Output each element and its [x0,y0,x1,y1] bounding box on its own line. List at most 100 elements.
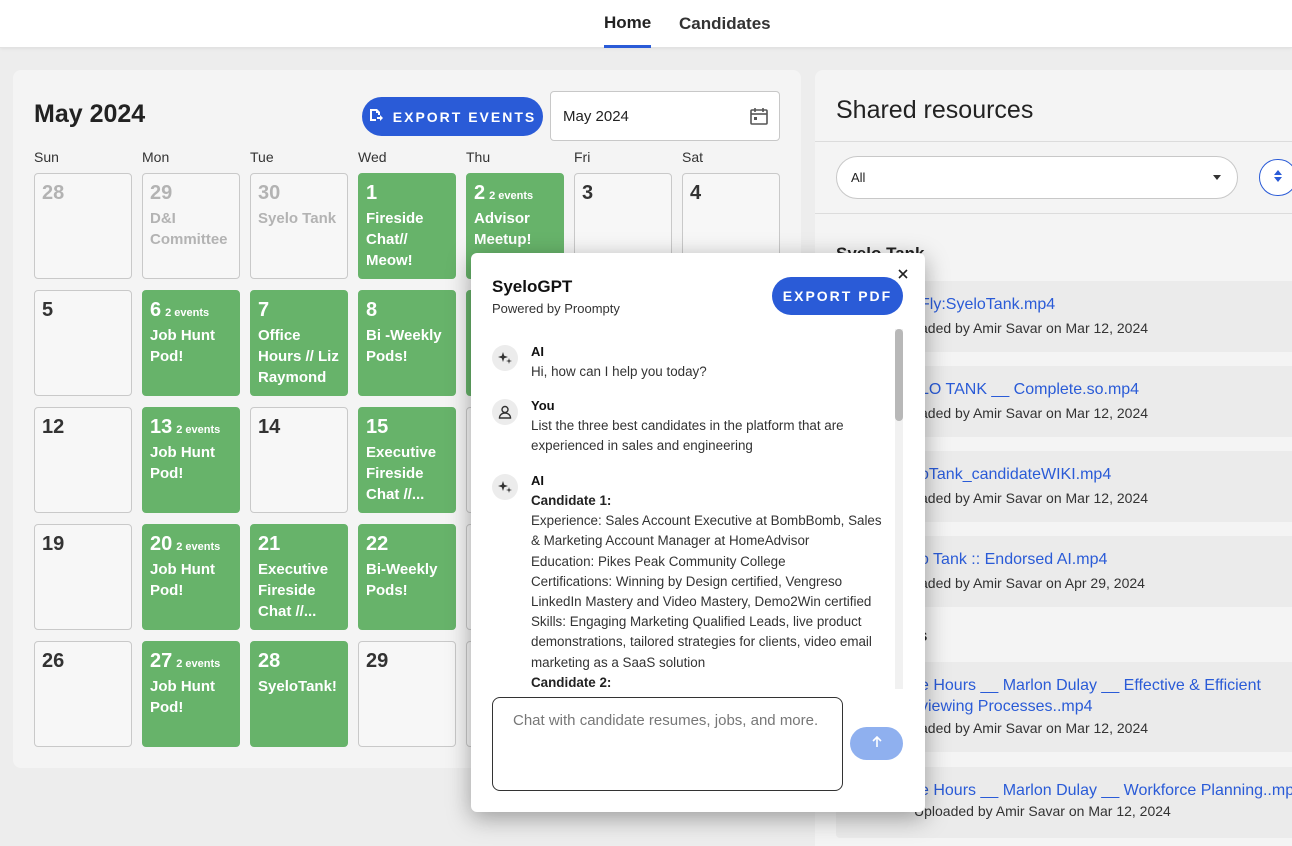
sort-button[interactable] [1259,159,1292,196]
chat-input[interactable]: Chat with candidate resumes, jobs, and m… [492,697,843,791]
divider [815,213,1292,214]
syelogpt-modal: SyeloGPT Powered by Proompty EXPORT PDF … [471,253,925,812]
event-title[interactable]: Job Hunt Pod! [150,325,232,367]
day-number: 8 [366,299,378,321]
calendar-day[interactable]: 13 2 events Job Hunt Pod! [142,407,240,513]
resource-filter-select[interactable]: All [836,156,1238,199]
shared-resources-title: Shared resources [836,96,1034,124]
candidate-skills: Skills: Engaging Marketing Qualified Lea… [531,614,872,670]
send-button[interactable] [850,727,903,760]
modal-subtitle: Powered by Proompty [492,301,620,316]
calendar-day[interactable]: 28 [34,173,132,279]
day-number: 6 [150,299,162,321]
event-title[interactable]: Office Hours // Liz Raymond [258,325,340,388]
month-picker-value: May 2024 [563,107,629,125]
modal-title: SyeloGPT [492,277,573,296]
resource-name[interactable]: oTank_candidateWIKI.mp4 [920,466,1111,484]
day-number: 29 [366,650,389,672]
resource-meta: aded by Amir Savar on Mar 12, 2024 [920,490,1149,506]
resource-name[interactable]: LO TANK __ Complete.so.mp4 [920,381,1139,399]
arrow-up-icon [871,735,883,753]
event-title[interactable]: Bi -Weekly Pods! [366,325,448,367]
day-number: 4 [690,182,702,204]
calendar-day[interactable]: 15 Executive Fireside Chat //... [358,407,456,513]
event-title[interactable]: D&I Committee [150,208,232,250]
event-title[interactable]: Fireside Chat// Meow! [366,208,448,271]
export-pdf-button[interactable]: EXPORT PDF [772,277,903,315]
day-number: 1 [366,182,378,204]
calendar-day[interactable]: 29 D&I Committee [142,173,240,279]
event-title[interactable]: Syelo Tank [258,208,340,229]
calendar-day[interactable]: 30 Syelo Tank [250,173,348,279]
day-number: 3 [582,182,594,204]
day-number: 20 [150,533,173,555]
event-count: 2 events [176,658,221,670]
tab-home[interactable]: Home [604,0,652,48]
resource-meta: aded by Amir Savar on Mar 12, 2024 [920,320,1149,336]
event-title[interactable]: Executive Fireside Chat //... [258,559,340,622]
calendar-icon[interactable] [749,106,769,130]
day-number: 2 [474,182,486,204]
event-title[interactable]: SyeloTank! [258,676,340,697]
calendar-day[interactable]: 62 events Job Hunt Pod! [142,290,240,396]
sparkle-icon [492,345,518,371]
message-author: AI [531,473,544,488]
calendar-day[interactable]: 7 Office Hours // Liz Raymond [250,290,348,396]
resource-name[interactable]: e Hours __ Marlon Dulay __ Effective & E… [920,677,1261,695]
day-number: 28 [258,650,281,672]
resource-meta: aded by Amir Savar on Mar 12, 2024 [920,405,1149,421]
event-title[interactable]: Job Hunt Pod! [150,442,232,484]
tab-candidates[interactable]: Candidates [679,0,771,48]
chevron-down-icon [1213,175,1221,180]
calendar-day[interactable]: 8 Bi -Weekly Pods! [358,290,456,396]
calendar-title: May 2024 [34,100,146,128]
day-number: 13 [150,416,173,438]
resource-name-cont[interactable]: viewing Processes..mp4 [920,698,1093,716]
scrollbar-thumb[interactable] [895,329,903,421]
calendar-day[interactable]: 1 Fireside Chat// Meow! [358,173,456,279]
calendar-day[interactable]: 21 Executive Fireside Chat //... [250,524,348,630]
calendar-day[interactable]: 22 Bi-Weekly Pods! [358,524,456,630]
event-title[interactable]: Executive Fireside Chat //... [366,442,448,505]
calendar-day[interactable]: 5 [34,290,132,396]
weekday-label: Wed [358,149,387,165]
weekday-label: Sat [682,149,704,165]
month-picker[interactable]: May 2024 [550,91,780,141]
event-title[interactable]: Bi-Weekly Pods! [366,559,448,601]
message-author: AI [531,344,544,359]
calendar-day[interactable]: 28 SyeloTank! [250,641,348,747]
event-count: 2 events [176,424,221,436]
message-author: You [531,398,555,413]
resource-name[interactable]: Fly:SyeloTank.mp4 [920,296,1055,314]
calendar-day[interactable]: 14 [250,407,348,513]
calendar-day[interactable]: 12 [34,407,132,513]
calendar-day[interactable]: 26 [34,641,132,747]
event-title[interactable]: Job Hunt Pod! [150,676,232,718]
candidate-experience: Experience: Sales Account Executive at B… [531,513,882,549]
calendar-day[interactable]: 29 [358,641,456,747]
calendar-day[interactable]: 20 2 events Job Hunt Pod! [142,524,240,630]
event-count: 2 events [165,307,210,319]
day-number: 30 [258,182,281,204]
resource-name[interactable]: e Hours __ Marlon Dulay __ Workforce Pla… [920,782,1292,800]
event-count: 2 events [489,190,534,202]
candidate-heading: Candidate 2: [531,674,612,689]
calendar-day[interactable]: 19 [34,524,132,630]
event-title[interactable]: Job Hunt Pod! [150,559,232,601]
day-number: 15 [366,416,389,438]
weekday-label: Tue [250,149,274,165]
calendar-day[interactable]: 27 2 events Job Hunt Pod! [142,641,240,747]
chat-transcript[interactable]: AI Hi, how can I help you today? You Lis… [492,329,904,689]
candidate-certifications: Certifications: Winning by Design certif… [531,573,872,610]
filter-value: All [851,170,866,185]
resource-name[interactable]: o Tank :: Endorsed AI.mp4 [920,551,1107,569]
event-title[interactable]: Advisor Meetup! [474,208,556,250]
candidate-heading: Candidate 1: [531,493,612,508]
chat-scrollbar[interactable] [895,329,903,689]
weekday-label: Mon [142,149,170,165]
top-nav: Home Candidates [0,0,1292,48]
day-number: 5 [42,299,54,321]
weekday-label: Thu [466,149,491,165]
export-events-button[interactable]: EXPORT EVENTS [362,97,543,136]
day-number: 19 [42,533,65,555]
